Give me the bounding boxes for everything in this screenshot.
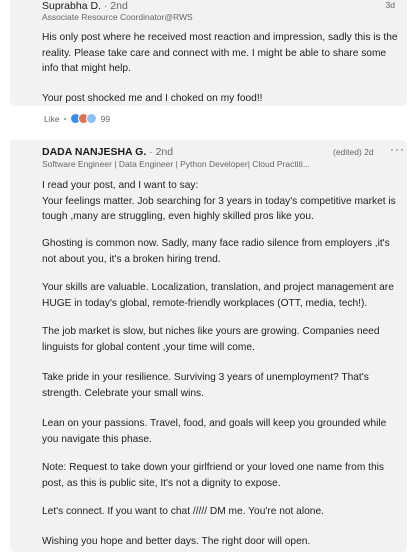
comment-text: Note: Request to take down your girlfrie…	[42, 462, 385, 489]
comment-text: Let's connect. If you want to chat /////…	[42, 506, 324, 517]
comment-card: DADA NANJESHA G. · 2nd (edited) 2d ··· S…	[10, 140, 407, 552]
comment-actions: Like 99	[44, 113, 110, 124]
support-reaction-icon	[85, 113, 97, 124]
reaction-icons[interactable]	[69, 113, 97, 124]
comment-text: Take pride in your resilience. Surviving…	[42, 372, 369, 399]
comment-author-headline: Associate Resource Coordinator@RWS	[42, 12, 193, 22]
comment-text: Ghosting is common now. Sadly, many face…	[42, 238, 390, 265]
comment-author-headline: Software Engineer | Data Engineer | Pyth…	[42, 159, 310, 169]
separator-dot	[63, 117, 66, 120]
like-button[interactable]: Like	[44, 114, 60, 124]
comment-text: Your skills are valuable. Localization, …	[42, 282, 394, 309]
comment-author-name[interactable]: DADA NANJESHA G.	[42, 146, 146, 158]
connection-degree: · 2nd	[149, 146, 174, 158]
comment-text: Wishing you hope and better days. The ri…	[42, 536, 311, 547]
comment-text: The job market is slow, but niches like …	[42, 326, 380, 353]
comment-author-line: Suprabha D. · 2nd	[42, 0, 128, 12]
comment-text: I read your post, and I want to say: You…	[42, 180, 396, 222]
comment-author-line: DADA NANJESHA G. · 2nd	[42, 146, 173, 158]
comment-text: Your post shocked me and I choked on my …	[42, 93, 263, 104]
more-options-icon[interactable]: ···	[390, 142, 405, 156]
comment-card: Suprabha D. · 2nd 3d Associate Resource …	[10, 0, 407, 106]
connection-degree: · 2nd	[103, 0, 128, 12]
comment-timestamp: 3d	[385, 0, 395, 10]
comment-text: His only post where he received most rea…	[42, 32, 398, 74]
reaction-count[interactable]: 99	[101, 114, 110, 124]
comment-author-name[interactable]: Suprabha D.	[42, 0, 101, 12]
comment-edited-timestamp: (edited) 2d	[333, 147, 374, 157]
comment-text: Lean on your passions. Travel, food, and…	[42, 418, 387, 445]
